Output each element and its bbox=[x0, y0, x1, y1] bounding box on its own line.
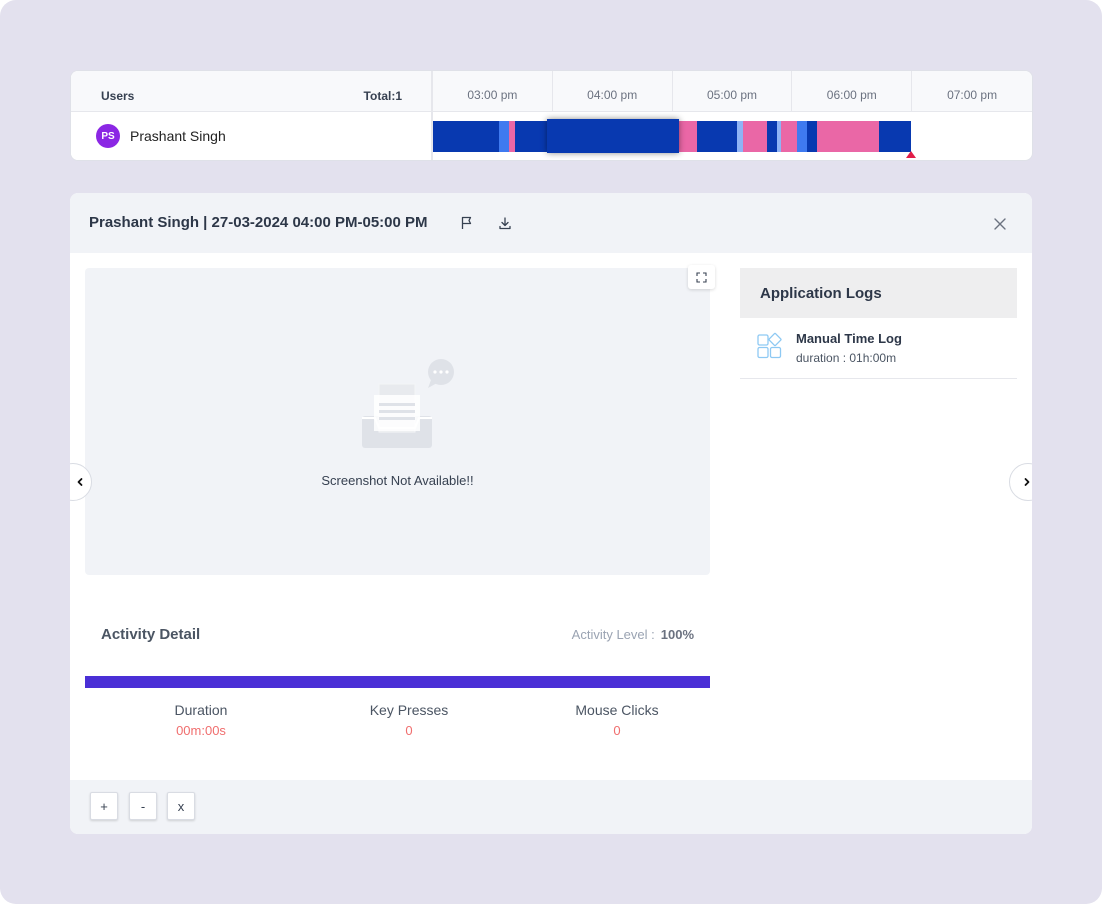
timeline-segment-idle[interactable] bbox=[781, 121, 797, 152]
log-item-name: Manual Time Log bbox=[796, 331, 902, 346]
timeline-segment-active[interactable] bbox=[433, 121, 499, 152]
stat-label: Duration bbox=[174, 702, 228, 718]
timeline-card: Users Total:1 PS Prashant Singh 03:00 pm… bbox=[70, 70, 1033, 161]
timeline-segment-idle[interactable] bbox=[817, 121, 831, 152]
empty-inbox-icon bbox=[361, 358, 461, 448]
close-icon[interactable] bbox=[990, 214, 1010, 234]
users-header: Users Total:1 bbox=[71, 71, 431, 112]
activity-level-label: Activity Level : bbox=[571, 627, 655, 642]
stat-value: 0 bbox=[405, 723, 413, 738]
stat-label: Mouse Clicks bbox=[575, 702, 659, 718]
activity-level: Activity Level : 100% bbox=[572, 627, 694, 642]
timeline-segment-active[interactable] bbox=[879, 121, 911, 152]
users-label: Users bbox=[101, 89, 135, 103]
timeline-segment-active[interactable] bbox=[767, 121, 777, 152]
hour-label: 03:00 pm bbox=[433, 71, 553, 111]
user-row[interactable]: PS Prashant Singh bbox=[71, 112, 431, 160]
current-time-marker bbox=[906, 151, 916, 158]
panel-footer: + - x bbox=[70, 780, 1032, 834]
zoom-in-button[interactable]: + bbox=[90, 792, 118, 820]
hour-label: 05:00 pm bbox=[673, 71, 793, 111]
log-item[interactable]: Manual Time Log duration : 01h:00m bbox=[740, 318, 1017, 379]
timeline-segment-idle[interactable] bbox=[743, 121, 767, 152]
hour-header: 03:00 pm 04:00 pm 05:00 pm 06:00 pm 07:0… bbox=[433, 71, 1032, 112]
next-arrow-button[interactable] bbox=[1009, 463, 1032, 501]
hour-label: 07:00 pm bbox=[947, 88, 998, 102]
timeline-segment-active[interactable] bbox=[697, 121, 737, 152]
application-logs-title: Application Logs bbox=[760, 285, 882, 302]
timeline-segment-light[interactable] bbox=[797, 121, 807, 152]
application-logs-header: Application Logs bbox=[740, 268, 1017, 318]
stat-label: Key Presses bbox=[369, 702, 449, 718]
activity-level-value: 100% bbox=[660, 627, 694, 642]
panel-title: Prashant Singh | 27-03-2024 04:00 PM-05:… bbox=[89, 214, 428, 231]
log-item-duration: duration : 01h:00m bbox=[796, 351, 897, 365]
zoom-reset-button[interactable]: x bbox=[167, 792, 195, 820]
user-name: Prashant Singh bbox=[130, 128, 226, 144]
timeline-segment-light[interactable] bbox=[499, 121, 509, 152]
zoom-out-button[interactable]: - bbox=[129, 792, 157, 820]
avatar: PS bbox=[96, 124, 120, 148]
mouse-clicks-stat: Mouse Clicks 0 bbox=[517, 702, 717, 738]
timeline-segment-selected[interactable] bbox=[547, 119, 679, 153]
timeline-segment-idle[interactable] bbox=[831, 121, 879, 152]
timeline-segment-active[interactable] bbox=[515, 121, 547, 152]
apps-icon bbox=[756, 332, 784, 360]
flag-icon[interactable] bbox=[458, 214, 476, 232]
key-presses-stat: Key Presses 0 bbox=[309, 702, 509, 738]
users-column: Users Total:1 PS Prashant Singh bbox=[71, 71, 433, 160]
page-background: Users Total:1 PS Prashant Singh 03:00 pm… bbox=[0, 0, 1102, 904]
activity-level-bar bbox=[85, 676, 710, 688]
timeline-segment-idle[interactable] bbox=[679, 121, 697, 152]
timeline-segment-active[interactable] bbox=[807, 121, 817, 152]
detail-panel: Prashant Singh | 27-03-2024 04:00 PM-05:… bbox=[70, 193, 1032, 834]
hour-label: 06:00 pm bbox=[792, 71, 913, 111]
activity-timeline-bar[interactable] bbox=[433, 119, 1032, 153]
total-count: Total:1 bbox=[363, 89, 402, 103]
stat-value: 0 bbox=[613, 723, 621, 738]
timeline-grid: 03:00 pm 04:00 pm 05:00 pm 06:00 pm 07:0… bbox=[433, 71, 1032, 160]
activity-detail-title: Activity Detail bbox=[101, 626, 201, 643]
duration-stat: Duration 00m:00s bbox=[101, 702, 301, 738]
panel-header: Prashant Singh | 27-03-2024 04:00 PM-05:… bbox=[70, 193, 1032, 253]
screenshot-viewer: Screenshot Not Available!! bbox=[85, 268, 710, 575]
screenshot-unavailable-message: Screenshot Not Available!! bbox=[321, 473, 474, 488]
download-icon[interactable] bbox=[496, 214, 514, 232]
hour-label: 04:00 pm bbox=[553, 71, 673, 111]
stat-value: 00m:00s bbox=[176, 723, 226, 738]
expand-icon[interactable] bbox=[688, 265, 715, 289]
